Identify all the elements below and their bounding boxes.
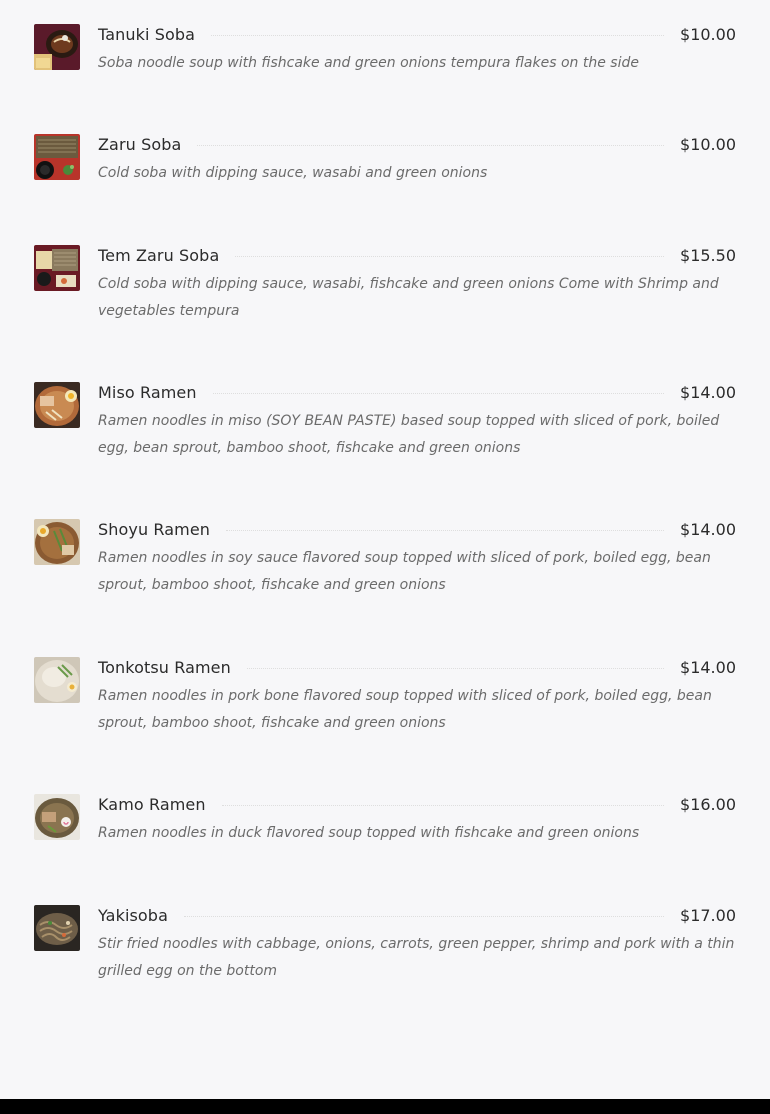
- dotted-leader: [226, 529, 665, 531]
- item-name: Miso Ramen: [98, 382, 197, 402]
- item-price: $14.00: [680, 657, 736, 677]
- item-description: Ramen noodles in duck flavored soup topp…: [98, 825, 640, 841]
- dotted-leader: [221, 804, 665, 806]
- item-header: Tanuki Soba $10.00: [98, 24, 736, 44]
- dish-thumbnail[interactable]: [34, 245, 80, 291]
- item-description: Stir fried noodles with cabbage, onions,…: [98, 936, 735, 979]
- item-header: Tem Zaru Soba $15.50: [98, 245, 736, 265]
- item-description: Ramen noodles in soy sauce flavored soup…: [98, 550, 711, 593]
- item-description: Ramen noodles in miso (SOY BEAN PASTE) b…: [98, 413, 720, 456]
- item-name: Tonkotsu Ramen: [98, 657, 231, 677]
- dish-thumbnail[interactable]: [34, 134, 80, 180]
- item-description: Soba noodle soup with fishcake and green…: [98, 55, 639, 71]
- item-price: $15.50: [680, 245, 736, 265]
- item-name: Tem Zaru Soba: [98, 245, 220, 265]
- item-price: $10.00: [680, 24, 736, 44]
- item-header: Zaru Soba $10.00: [98, 134, 736, 154]
- dotted-leader: [197, 144, 665, 146]
- footer-bar: [0, 1099, 770, 1114]
- dish-thumbnail[interactable]: [34, 794, 80, 840]
- item-price: $16.00: [680, 794, 736, 814]
- dotted-leader: [211, 34, 665, 36]
- item-header: Shoyu Ramen $14.00: [98, 519, 736, 539]
- dish-thumbnail[interactable]: [34, 519, 80, 565]
- item-name: Tanuki Soba: [98, 24, 196, 44]
- dish-thumbnail[interactable]: [34, 905, 80, 951]
- dish-thumbnail[interactable]: [34, 24, 80, 70]
- dotted-leader: [246, 667, 665, 669]
- dotted-leader: [235, 255, 665, 257]
- item-name: Yakisoba: [98, 905, 168, 925]
- item-price: $14.00: [680, 382, 736, 402]
- item-name: Zaru Soba: [98, 134, 182, 154]
- item-name: Kamo Ramen: [98, 794, 206, 814]
- item-header: Miso Ramen $14.00: [98, 382, 736, 402]
- dish-thumbnail[interactable]: [34, 382, 80, 428]
- dish-thumbnail[interactable]: [34, 657, 80, 703]
- dotted-leader: [212, 392, 665, 394]
- item-name: Shoyu Ramen: [98, 519, 211, 539]
- item-description: Cold soba with dipping sauce, wasabi and…: [98, 165, 488, 181]
- item-price: $14.00: [680, 519, 736, 539]
- dotted-leader: [183, 915, 665, 917]
- item-price: $10.00: [680, 134, 736, 154]
- item-price: $17.00: [680, 905, 736, 925]
- item-header: Tonkotsu Ramen $14.00: [98, 657, 736, 677]
- item-description: Ramen noodles in pork bone flavored soup…: [98, 688, 712, 731]
- item-description: Cold soba with dipping sauce, wasabi, fi…: [98, 276, 719, 319]
- item-header: Yakisoba $17.00: [98, 905, 736, 925]
- item-header: Kamo Ramen $16.00: [98, 794, 736, 814]
